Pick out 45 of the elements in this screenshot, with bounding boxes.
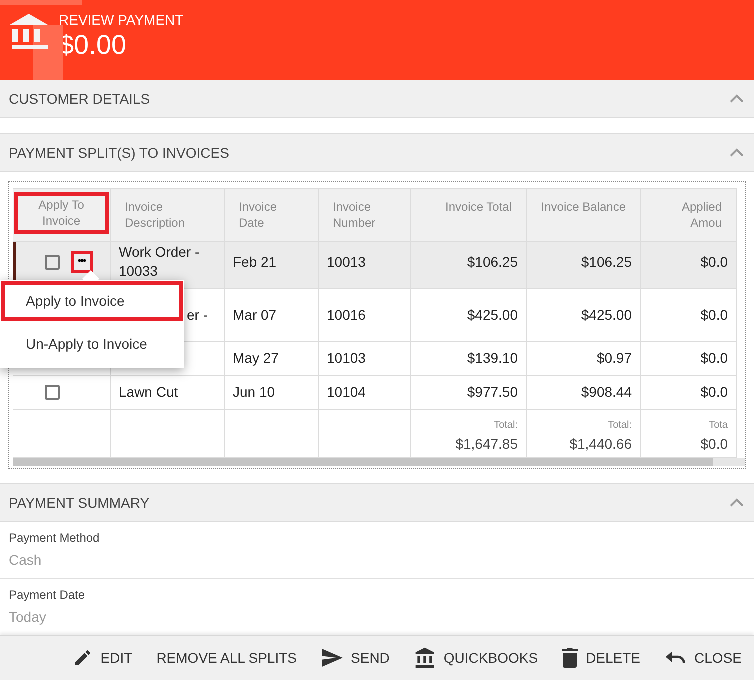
table-cell: $425.00 (467, 306, 518, 324)
page-title: REVIEW PAYMENT (59, 12, 184, 28)
table-cell: 10104 (327, 383, 366, 402)
table-cell: $0.0 (700, 252, 728, 272)
table-cell: $977.50 (467, 383, 518, 402)
total-value: $1,440.66 (570, 435, 632, 454)
table-row[interactable]: Lawn Cut Jun 10 10104 $977.50 $908.44 $0.0 (13, 376, 737, 410)
table-cell: er - (187, 306, 208, 324)
total-label: Tota (709, 419, 728, 433)
table-cell: 10103 (327, 349, 366, 368)
bank-button[interactable]: QUICKBOOKS (414, 647, 538, 669)
undo-button[interactable]: CLOSE (664, 650, 742, 666)
table-cell: Feb 21 (233, 252, 277, 272)
table-cell: $908.44 (581, 383, 632, 402)
total-value: $0.0 (700, 435, 728, 454)
total-value: $1,647.85 (456, 435, 518, 454)
table-cell: $0.97 (596, 349, 632, 368)
field-label: Payment Method (9, 531, 101, 545)
table-cell: 10016 (327, 306, 366, 324)
section-title: PAYMENT SUMMARY (9, 494, 151, 510)
table-cell: $0.0 (700, 349, 728, 368)
edit-button[interactable]: EDIT (72, 648, 133, 668)
table-cell: Lawn Cut (119, 383, 178, 402)
field-value: Cash (9, 552, 43, 568)
section-title: PAYMENT SPLIT(S) TO INVOICES (9, 144, 230, 160)
table-cell: $0.0 (700, 306, 728, 324)
table-cell: 10013 (327, 252, 366, 272)
table-cell: $106.25 (467, 252, 518, 272)
table-cell: $425.00 (581, 306, 632, 324)
table-cell: May 27 (233, 349, 279, 368)
total-label: Total: (494, 419, 518, 433)
field-value: Today (9, 609, 48, 625)
table-cell: Jun 10 (233, 383, 276, 402)
send-button[interactable]: SEND (321, 648, 390, 668)
total-label: Total: (608, 419, 632, 433)
remove-splits-button[interactable]: REMOVE ALL SPLITS (156, 650, 298, 666)
table-cell: Mar 07 (233, 306, 277, 324)
more-button[interactable]: ••• (74, 254, 90, 270)
field-label: Payment Date (9, 588, 86, 602)
delete-button[interactable]: DELETE (562, 648, 641, 668)
table-cell-text: Work Order - 10033 (119, 243, 201, 281)
table-cell: $0.0 (700, 383, 728, 402)
table-cell: $139.10 (467, 349, 518, 368)
table-cell: $106.25 (581, 252, 632, 272)
section-title: CUSTOMER DETAILS (9, 90, 152, 106)
